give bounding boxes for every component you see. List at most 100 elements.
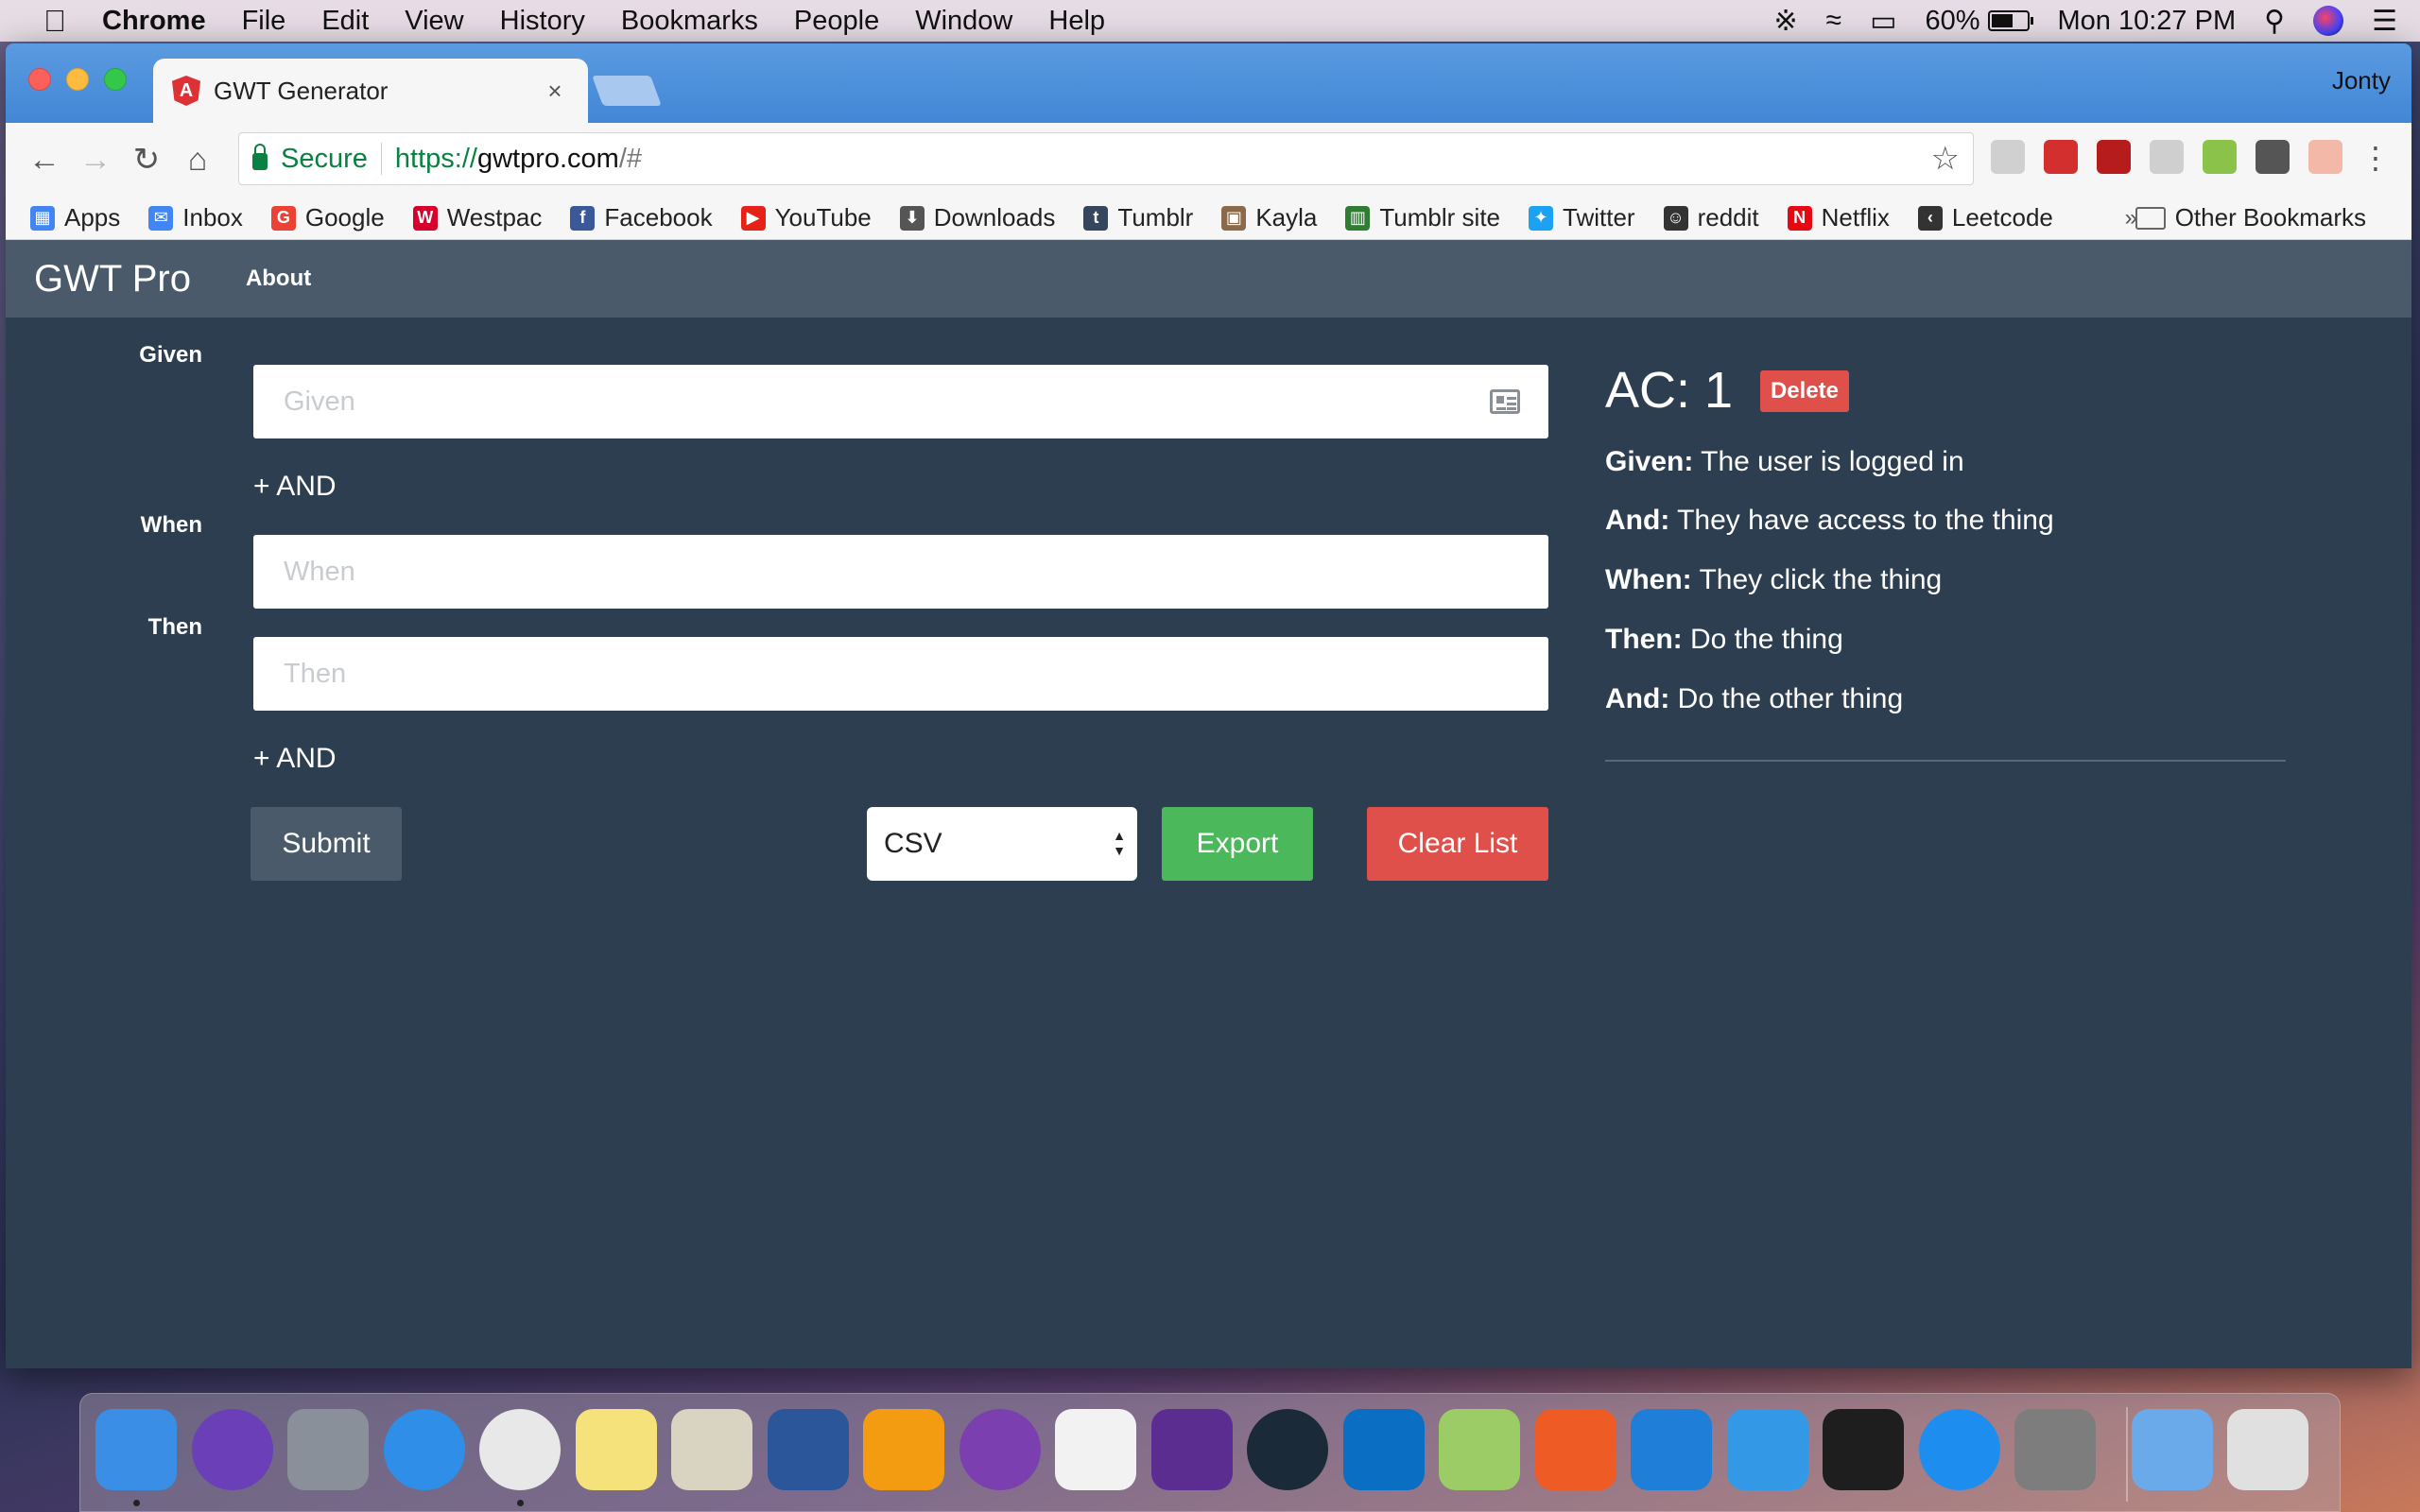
menu-app-name[interactable]: Chrome xyxy=(102,6,206,37)
address-bar[interactable]: Secure https:// gwtpro.com /# ☆ xyxy=(238,132,1974,185)
menu-edit[interactable]: Edit xyxy=(321,6,369,37)
dock-android-studio-icon[interactable] xyxy=(1439,1409,1520,1490)
battery-icon xyxy=(1987,10,2033,31)
dock-launchpad-icon[interactable] xyxy=(287,1409,369,1490)
delete-ac-button[interactable]: Delete xyxy=(1760,370,1849,412)
dock-running-indicator xyxy=(133,1500,140,1506)
then-input[interactable] xyxy=(253,637,1548,711)
spotlight-search-icon[interactable]: ⚲ xyxy=(2264,5,2285,38)
evernote-extension-icon[interactable] xyxy=(2203,140,2237,174)
menubar-clock[interactable]: Mon 10:27 PM xyxy=(2058,6,2237,37)
submit-button[interactable]: Submit xyxy=(251,807,402,881)
dock-running-indicator xyxy=(517,1500,524,1506)
bookmark-tumblr[interactable]: t Tumblr xyxy=(1083,203,1193,232)
export-format-select[interactable]: CSV ▲ ▼ xyxy=(867,807,1137,881)
ac-line-text: Do the thing xyxy=(1690,624,1843,655)
bookmark-facebook[interactable]: f Facebook xyxy=(570,203,713,232)
link-extension-icon[interactable] xyxy=(2150,140,2184,174)
dock-safari-icon[interactable] xyxy=(384,1409,465,1490)
apple-menu-icon[interactable]:  xyxy=(36,4,74,39)
chrome-menu-icon[interactable]: ⋮ xyxy=(2360,140,2391,176)
bookmark-apps[interactable]: ▦ Apps xyxy=(30,203,120,232)
dock-app-store-icon[interactable] xyxy=(1919,1409,2000,1490)
dock-xcode-icon[interactable] xyxy=(1631,1409,1712,1490)
forward-arrow-icon[interactable]: → xyxy=(70,142,121,179)
menu-window[interactable]: Window xyxy=(915,6,1012,37)
menu-help[interactable]: Help xyxy=(1048,6,1105,37)
battery-percent: 60% xyxy=(1925,5,1980,36)
nav-about-link[interactable]: About xyxy=(246,266,311,292)
dock-gitkraken-icon[interactable] xyxy=(1247,1409,1328,1490)
menu-people[interactable]: People xyxy=(794,6,879,37)
close-window-button[interactable] xyxy=(28,68,51,91)
bookmark-youtube[interactable]: ▶ YouTube xyxy=(740,203,872,232)
menu-file[interactable]: File xyxy=(242,6,286,37)
tab-gwt-generator[interactable]: A GWT Generator × xyxy=(153,59,588,123)
dock-preview-icon[interactable] xyxy=(671,1409,752,1490)
bookmark-leetcode[interactable]: ‹ Leetcode xyxy=(1917,203,2053,232)
siri-icon[interactable] xyxy=(2313,6,2344,36)
css-extension-icon[interactable] xyxy=(1991,140,2025,174)
brand-logo[interactable]: GWT Pro xyxy=(34,258,191,301)
battery-status[interactable]: 60% xyxy=(1925,5,2033,37)
given-input[interactable] xyxy=(253,365,1548,438)
profile-name[interactable]: Jonty xyxy=(2332,66,2391,95)
dock-vscode-icon[interactable] xyxy=(1343,1409,1425,1490)
export-button[interactable]: Export xyxy=(1162,807,1313,881)
bookmark-inbox[interactable]: ✉ Inbox xyxy=(148,203,243,232)
menu-view[interactable]: View xyxy=(405,6,463,37)
notification-center-icon[interactable]: ☰ xyxy=(2372,5,2397,38)
when-input[interactable] xyxy=(253,535,1548,609)
pocket-extension-icon[interactable] xyxy=(2256,140,2290,174)
bluetooth-icon[interactable]: ※ xyxy=(1773,5,1797,38)
dock-word-icon[interactable] xyxy=(768,1409,849,1490)
bookmark-twitter[interactable]: ✦ Twitter xyxy=(1529,203,1635,232)
bookmark-label: Apps xyxy=(64,203,121,232)
given-add-and-button[interactable]: + AND xyxy=(253,471,337,503)
ac-line-and: And: They have access to the thing xyxy=(1605,505,2054,537)
new-tab-button[interactable] xyxy=(592,76,662,106)
ac-line-text: The user is logged in xyxy=(1701,446,1964,477)
bookmark-westpac[interactable]: W Westpac xyxy=(412,203,542,232)
back-arrow-icon[interactable]: ← xyxy=(19,142,70,179)
minimize-window-button[interactable] xyxy=(66,68,89,91)
dock-simulator-icon[interactable] xyxy=(1727,1409,1808,1490)
dock-chrome-icon[interactable] xyxy=(479,1409,561,1490)
dock-system-preferences-icon[interactable] xyxy=(2014,1409,2096,1490)
dock-trash-icon[interactable] xyxy=(2227,1409,2308,1490)
dock-siri-icon[interactable] xyxy=(192,1409,273,1490)
reload-icon[interactable]: ↻ xyxy=(121,141,172,179)
then-add-and-button[interactable]: + AND xyxy=(253,743,337,775)
other-bookmarks-folder[interactable]: Other Bookmarks xyxy=(2135,203,2366,232)
menu-history[interactable]: History xyxy=(500,6,585,37)
dock-downloads-folder-icon[interactable] xyxy=(2132,1409,2213,1490)
dock-pages-icon[interactable] xyxy=(863,1409,944,1490)
ublock-extension-icon[interactable] xyxy=(2097,140,2131,174)
bookmark-star-icon[interactable]: ☆ xyxy=(1931,140,1960,178)
airplay-icon[interactable]: ▭ xyxy=(1870,5,1896,38)
dock-postman-icon[interactable] xyxy=(1535,1409,1616,1490)
home-icon[interactable]: ⌂ xyxy=(172,142,223,179)
bookmark-downloads[interactable]: ⬇ Downloads xyxy=(899,203,1055,232)
menu-bookmarks[interactable]: Bookmarks xyxy=(621,6,758,37)
zoom-window-button[interactable] xyxy=(104,68,127,91)
dock-finder-icon[interactable] xyxy=(95,1409,177,1490)
bookmark-netflix[interactable]: N Netflix xyxy=(1787,203,1890,232)
dock-terminal-icon[interactable] xyxy=(1823,1409,1904,1490)
mail-extension-icon[interactable] xyxy=(2308,140,2342,174)
dock-notes-icon[interactable] xyxy=(576,1409,657,1490)
dock-slack-icon[interactable] xyxy=(1055,1409,1136,1490)
dock-visual-studio-icon[interactable] xyxy=(1151,1409,1233,1490)
ac-line-key: Given: xyxy=(1605,446,1694,477)
tab-close-icon[interactable]: × xyxy=(541,77,569,106)
bookmark-tumblr-site[interactable]: ▥ Tumblr site xyxy=(1345,203,1500,232)
dock-artstudio-icon[interactable] xyxy=(959,1409,1041,1490)
lastpass-extension-icon[interactable] xyxy=(2044,140,2078,174)
dock-separator xyxy=(2126,1407,2128,1502)
ac-line-text: Do the other thing xyxy=(1677,683,1904,714)
bookmark-reddit[interactable]: ☺ reddit xyxy=(1663,203,1759,232)
bookmark-kayla[interactable]: ▣ Kayla xyxy=(1221,203,1317,232)
clear-list-button[interactable]: Clear List xyxy=(1367,807,1548,881)
wifi-icon[interactable]: ≈ xyxy=(1826,5,1841,37)
bookmark-google[interactable]: G Google xyxy=(270,203,385,232)
